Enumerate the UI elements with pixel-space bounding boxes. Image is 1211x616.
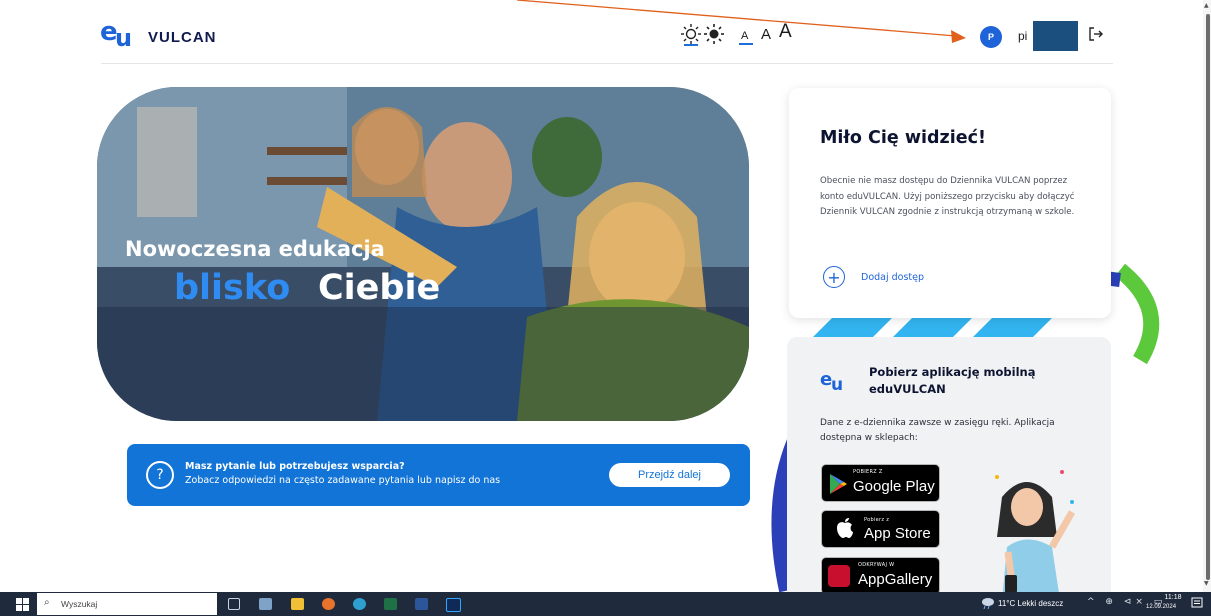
huawei-icon [828, 565, 850, 587]
search-icon: ⌕ [44, 597, 50, 608]
svg-text:u: u [115, 24, 132, 50]
logout-icon[interactable] [1088, 26, 1104, 42]
hero-heading-highlight: blisko [174, 268, 291, 308]
faq-banner: ? Masz pytanie lub potrzebujesz wsparcia… [127, 444, 750, 506]
add-access-button[interactable]: Dodaj dostęp [861, 272, 924, 283]
word-icon[interactable] [415, 598, 428, 610]
scroll-down-icon[interactable]: ▼ [1204, 580, 1209, 587]
weather-icon [982, 598, 994, 609]
user-avatar[interactable]: P [980, 26, 1002, 48]
windows-taskbar: ⌕ Wyszukaj 11°C Lekki deszcz ^ ⊕ ⊲× ▭ 11… [0, 592, 1211, 616]
hero-heading-rest: Ciebie [318, 268, 441, 308]
sun-icon[interactable] [679, 22, 703, 46]
google-play-icon [830, 474, 847, 494]
font-size-small-button[interactable]: A [741, 30, 748, 42]
question-icon: ? [146, 461, 174, 489]
clock-date[interactable]: 12.09.2024 [1146, 604, 1176, 610]
font-size-active-indicator [739, 43, 753, 45]
photoshop-icon[interactable] [446, 598, 461, 612]
font-size-medium-button[interactable]: A [761, 26, 771, 43]
scroll-up-icon[interactable]: ▲ [1204, 2, 1209, 9]
header-divider [101, 63, 1113, 64]
windows-start-icon[interactable] [16, 598, 29, 611]
eduvulcan-app-icon: e u [820, 369, 843, 392]
girl-illustration [995, 470, 1076, 600]
app-card-title: Pobierz aplikację mobilną eduVULCAN [869, 365, 1036, 396]
vulcan-logo-text: VULCAN [148, 29, 217, 46]
font-size-large-button[interactable]: A [779, 21, 792, 43]
store-small-label: ODKRYWAJ W [858, 562, 895, 568]
taskbar-search-input[interactable]: ⌕ Wyszukaj [37, 593, 217, 615]
welcome-title: Miło Cię widzieć! [820, 128, 986, 148]
task-view-icon[interactable] [228, 598, 240, 610]
plus-icon[interactable]: + [823, 266, 845, 288]
edge-icon[interactable] [353, 598, 366, 610]
sun-dark-icon[interactable] [702, 22, 726, 46]
apple-icon [837, 518, 853, 538]
clock-time[interactable]: 11:18 [1158, 594, 1188, 601]
hero-heading-line1: Nowoczesna edukacja [125, 237, 385, 261]
store-big-label: AppGallery [858, 571, 933, 588]
redaction-box [1033, 21, 1078, 51]
file-explorer-icon[interactable] [291, 598, 304, 610]
google-play-badge[interactable]: POBIERZ Z Google Play [821, 464, 940, 502]
faq-go-button[interactable]: Przejdź dalej [609, 463, 730, 487]
app-icon[interactable] [259, 598, 272, 610]
welcome-body: Obecnie nie masz dostępu do Dziennika VU… [820, 176, 1075, 217]
faq-subtitle: Zobacz odpowiedzi na często zadawane pyt… [185, 475, 501, 486]
welcome-card: Miło Cię widzieć! Obecnie nie masz dostę… [789, 88, 1111, 318]
firefox-icon[interactable] [322, 598, 335, 610]
store-big-label: App Store [864, 525, 931, 542]
mobile-app-card: e u Pobierz aplikację mobilną eduVULCAN … [787, 337, 1111, 600]
weather-text[interactable]: 11°C Lekki deszcz [998, 599, 1063, 608]
eduvulcan-logo-icon[interactable]: e u [100, 16, 138, 50]
app-gallery-badge[interactable]: ODKRYWAJ W AppGallery [821, 557, 940, 595]
search-placeholder: Wyszukaj [61, 599, 98, 609]
user-name[interactable]: pi [1018, 29, 1027, 43]
excel-icon[interactable] [384, 598, 397, 610]
app-store-badge[interactable]: Pobierz z App Store [821, 510, 940, 548]
store-small-label: POBIERZ Z [853, 469, 883, 475]
store-small-label: Pobierz z [864, 517, 890, 523]
faq-title: Masz pytanie lub potrzebujesz wsparcia? [185, 461, 405, 472]
app-card-body: Dane z e-dziennika zawsze w zasięgu ręki… [820, 418, 1055, 443]
svg-text:u: u [831, 375, 843, 392]
notification-icon[interactable] [1191, 597, 1203, 610]
scrollbar-thumb[interactable] [1206, 14, 1210, 580]
store-big-label: Google Play [853, 478, 935, 495]
